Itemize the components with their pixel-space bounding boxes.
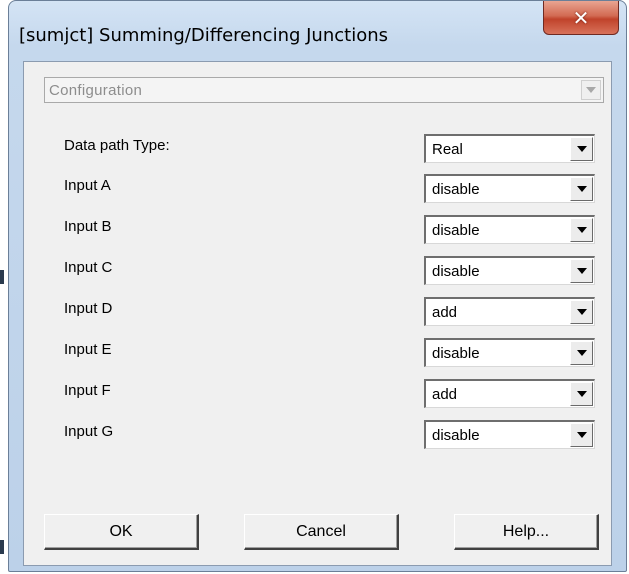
- cancel-button[interactable]: Cancel: [244, 514, 399, 550]
- input-b-value: disable: [432, 222, 480, 239]
- input-d-value: add: [432, 304, 458, 321]
- background-artifact: [0, 540, 4, 554]
- input-g-select[interactable]: disable: [424, 420, 595, 449]
- help-button[interactable]: Help...: [454, 514, 599, 550]
- dropdown-arrow-icon[interactable]: [570, 259, 593, 283]
- input-g-value: disable: [432, 427, 480, 444]
- dropdown-arrow-icon[interactable]: [570, 137, 593, 161]
- dropdown-arrow-icon[interactable]: [570, 341, 593, 365]
- dialog-body: Configuration Data path Type: Real Input…: [23, 61, 612, 566]
- input-d-select[interactable]: add: [424, 297, 595, 326]
- input-a-value: disable: [432, 181, 480, 198]
- input-e-value: disable: [432, 345, 480, 362]
- configuration-dropdown: Configuration: [44, 77, 604, 103]
- title-bar[interactable]: [sumjct] Summing/Differencing Junctions …: [9, 1, 626, 63]
- input-a-select[interactable]: disable: [424, 174, 595, 203]
- data-path-type-label: Data path Type:: [64, 137, 170, 154]
- input-f-value: add: [432, 386, 458, 403]
- input-c-value: disable: [432, 263, 480, 280]
- input-d-label: Input D: [64, 300, 113, 317]
- input-c-label: Input C: [64, 259, 113, 276]
- data-path-type-select[interactable]: Real: [424, 134, 595, 163]
- background-artifact: [0, 270, 4, 284]
- window-title: [sumjct] Summing/Differencing Junctions: [19, 25, 388, 46]
- chevron-down-icon: [581, 80, 601, 100]
- close-button[interactable]: ✕: [543, 1, 619, 35]
- dropdown-arrow-icon[interactable]: [570, 382, 593, 406]
- input-e-select[interactable]: disable: [424, 338, 595, 367]
- dropdown-arrow-icon[interactable]: [570, 300, 593, 324]
- input-c-select[interactable]: disable: [424, 256, 595, 285]
- input-f-label: Input F: [64, 382, 111, 399]
- dropdown-arrow-icon[interactable]: [570, 218, 593, 242]
- input-a-label: Input A: [64, 177, 111, 194]
- dropdown-arrow-icon[interactable]: [570, 423, 593, 447]
- input-g-label: Input G: [64, 423, 114, 440]
- data-path-type-value: Real: [432, 141, 463, 158]
- input-b-label: Input B: [64, 218, 112, 235]
- dialog-window: [sumjct] Summing/Differencing Junctions …: [8, 0, 627, 572]
- close-icon: ✕: [572, 5, 590, 30]
- input-e-label: Input E: [64, 341, 112, 358]
- configuration-label: Configuration: [49, 82, 143, 99]
- input-b-select[interactable]: disable: [424, 215, 595, 244]
- dropdown-arrow-icon[interactable]: [570, 177, 593, 201]
- ok-button[interactable]: OK: [44, 514, 199, 550]
- input-f-select[interactable]: add: [424, 379, 595, 408]
